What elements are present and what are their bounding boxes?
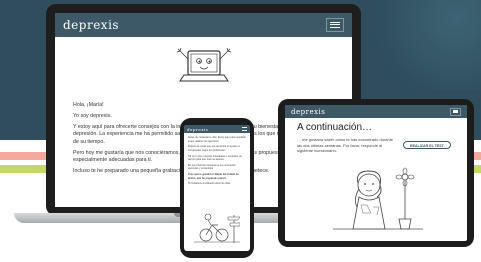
phone-paragraph-6: Te invitamos a utilizarlo todos los días… [188, 182, 231, 186]
phone-message-content: Antes de contestar te diré: Estoy aquí p… [184, 133, 250, 191]
tablet-brand-logo[interactable]: deprexis [291, 108, 325, 116]
phone-paragraph-3: Tal vez notes mejoras inmediatas o neces… [188, 154, 242, 162]
phone-paragraph-2: Espero de veras que los ejercicios te ay… [188, 145, 240, 152]
tablet-body: … me gustaría saber cómo te has encontra… [285, 135, 467, 156]
brand-logo[interactable]: deprexis [63, 18, 119, 32]
phone-paragraph-4: En las próximas semanas te iré mostrando… [188, 163, 236, 171]
tablet-hamburger-menu-icon[interactable] [450, 107, 461, 116]
phone-screen: deprexis Antes de contestar te diré: Est… [184, 125, 250, 251]
bicycle-signpost-illustration [194, 213, 240, 243]
laptop-mascot-illustration [176, 47, 231, 82]
phone-menu-icon[interactable] [242, 127, 247, 131]
phone-app-bar: deprexis [184, 125, 250, 133]
tablet-app-bar: deprexis [285, 105, 467, 118]
laptop-app-bar: deprexis [55, 13, 352, 37]
phone-device: deprexis Antes de contestar te diré: Est… [180, 118, 254, 258]
tablet-description: … me gustaría saber cómo te has encontra… [297, 137, 394, 154]
tablet-device: deprexis A continuación… … me gustaría s… [278, 99, 474, 247]
take-test-button[interactable]: REALIZAR EL TEST [403, 141, 451, 149]
phone-paragraph-5: Creo que te gustará el Diario del estado… [188, 173, 239, 180]
background-glow [361, 0, 481, 90]
hamburger-menu-icon[interactable] [326, 18, 344, 32]
woman-with-flower-illustration [333, 167, 423, 230]
tablet-screen: deprexis A continuación… … me gustaría s… [285, 105, 467, 241]
phone-paragraph-1: Antes de contestar te diré: Estoy aquí p… [188, 136, 246, 143]
phone-brand-logo[interactable]: deprexis [187, 127, 208, 132]
product-showcase: deprexis Hola, ¡María! Yo soy deprexis. … [0, 0, 481, 262]
tablet-page-title: A continuación… [297, 122, 373, 133]
